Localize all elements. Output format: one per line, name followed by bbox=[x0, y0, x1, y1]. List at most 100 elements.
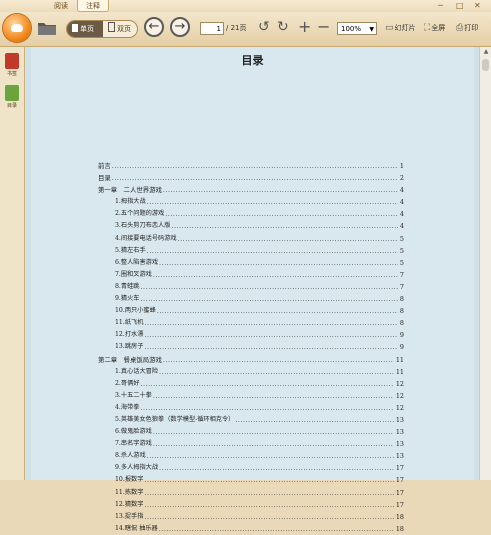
toc-entry-title: 第二章 餐桌饭局游戏 bbox=[98, 355, 162, 364]
toc-entry[interactable]: 4.海带拳 12 bbox=[98, 402, 404, 414]
toc-leader-dots bbox=[144, 474, 393, 486]
toc-entry[interactable]: 13.跳房子 9 bbox=[98, 341, 404, 353]
toc-entry-title: 11.拣数字 bbox=[115, 488, 144, 496]
toc-entry[interactable]: 3.十五二十拳 12 bbox=[98, 390, 404, 402]
toc-entry[interactable]: 10.报数字 17 bbox=[98, 474, 404, 486]
bookmark-icon bbox=[5, 53, 19, 69]
left-sidebar: 书签 目录 bbox=[0, 47, 25, 480]
zoom-select[interactable]: 100% ▼ bbox=[337, 22, 377, 35]
vertical-scrollbar[interactable]: ▲ bbox=[479, 47, 491, 480]
single-page-label: 单页 bbox=[80, 25, 94, 33]
toc-leader-dots bbox=[159, 462, 394, 474]
toc-entry[interactable]: 第二章 餐桌饭局游戏 11 bbox=[98, 354, 404, 366]
toc-entry-page: 11 bbox=[395, 355, 404, 364]
tab-annotate[interactable]: 注释 bbox=[77, 0, 109, 12]
arrow-right-icon: → bbox=[174, 19, 186, 34]
arrow-left-icon: ← bbox=[148, 19, 160, 34]
toc-entry[interactable]: 5.英雄美女色狼拳（数学模型-循环相克令） 13 bbox=[98, 414, 404, 426]
toc-entry[interactable]: 10.两只小蜜蜂 8 bbox=[98, 305, 404, 317]
toc-entry-title: 1.拇指大战 bbox=[115, 198, 146, 206]
toc-entry-title: 8.杀人游戏 bbox=[115, 452, 146, 460]
toc-entry[interactable]: 第一章 二人世界游戏 4 bbox=[98, 184, 404, 196]
toc-leader-dots bbox=[144, 317, 398, 329]
zoom-in-icon[interactable]: + bbox=[298, 19, 311, 35]
toc-entry[interactable]: 1.拇指大战 4 bbox=[98, 196, 404, 208]
toc-entry[interactable]: 8.杀人游戏 13 bbox=[98, 450, 404, 462]
toc-entry-page: 18 bbox=[395, 524, 404, 533]
print-button[interactable]: ⎙打印 bbox=[456, 22, 478, 35]
toc-entry[interactable]: 2.哥俩好 12 bbox=[98, 378, 404, 390]
toc-entry[interactable]: 1.真心话大冒险 11 bbox=[98, 366, 404, 378]
maximize-button[interactable]: □ bbox=[456, 1, 464, 11]
zoom-out-icon[interactable]: − bbox=[317, 19, 330, 35]
toc-entry-page: 4 bbox=[399, 186, 404, 195]
toc-entry[interactable]: 9.猜火车 8 bbox=[98, 293, 404, 305]
slideshow-icon: ▭ bbox=[385, 23, 394, 33]
single-page-button[interactable]: 单页 bbox=[67, 21, 103, 37]
close-button[interactable]: ✕ bbox=[474, 1, 481, 11]
tab-read[interactable]: 阅读 bbox=[47, 0, 75, 12]
toc-entry[interactable]: 6.做鬼脸游戏 13 bbox=[98, 426, 404, 438]
toc-entry[interactable]: 12.打水漂 9 bbox=[98, 329, 404, 341]
open-folder-icon[interactable] bbox=[37, 20, 57, 36]
double-page-button[interactable]: 双页 bbox=[103, 21, 137, 37]
slideshow-button[interactable]: ▭幻灯片 bbox=[385, 22, 416, 35]
toc-entry[interactable]: 8.青蛙跳 7 bbox=[98, 281, 404, 293]
toc-entry-title: 5.英雄美女色狼拳（数学模型-循环相克令） bbox=[115, 415, 235, 423]
toc-entry[interactable]: 7.圈和叉游戏 7 bbox=[98, 269, 404, 281]
toc-entry[interactable]: 4.间接要电话号码游戏 5 bbox=[98, 233, 404, 245]
toc-leader-dots bbox=[165, 208, 398, 220]
toc-entry[interactable]: 前言 1 bbox=[98, 160, 404, 172]
prev-page-button[interactable]: ← bbox=[144, 17, 164, 37]
page-number-input[interactable]: 1 bbox=[200, 22, 224, 35]
printer-icon: ⎙ bbox=[456, 23, 464, 33]
scroll-up-icon[interactable]: ▲ bbox=[480, 47, 491, 57]
toc-entry-title: 4.海带拳 bbox=[115, 403, 140, 411]
sidebar-item-label: 目录 bbox=[6, 103, 17, 109]
toc-entry[interactable]: 12.猜数字 17 bbox=[98, 499, 404, 511]
toolbar: 单页 双页 ← → 1 / 21页 ↺ ↻ + − 100% ▼ ▭幻灯片 ⛶全屏… bbox=[0, 12, 491, 47]
toc-leader-dots bbox=[171, 220, 398, 232]
toc-entry-page: 17 bbox=[395, 500, 404, 509]
toc-entry-title: 10.两只小蜜蜂 bbox=[115, 307, 156, 315]
toc-entry-page: 5 bbox=[399, 258, 404, 267]
scrollbar-thumb[interactable] bbox=[482, 59, 489, 71]
toc-leader-dots bbox=[178, 233, 398, 245]
toc-entry[interactable]: 2.五个问题的游戏 4 bbox=[98, 208, 404, 220]
toc-entry-page: 9 bbox=[399, 343, 404, 352]
toc-entry-title: 7.串名字游戏 bbox=[115, 440, 152, 448]
toc-icon bbox=[5, 85, 19, 101]
toc-entry[interactable]: 13.捉手指 18 bbox=[98, 511, 404, 523]
document-page: 目录 前言1目录2第一章 二人世界游戏41.拇指大战42.五个问题的游戏43.石… bbox=[31, 47, 474, 533]
toc-entry[interactable]: 6.整人陷害游戏 5 bbox=[98, 257, 404, 269]
toc-entry[interactable]: 3.石头剪刀布恋人版 4 bbox=[98, 220, 404, 232]
toc-entry[interactable]: 11.拣数字 17 bbox=[98, 487, 404, 499]
fullscreen-icon: ⛶ bbox=[424, 23, 431, 33]
toc-leader-dots bbox=[112, 160, 398, 172]
toc-leader-dots bbox=[144, 487, 393, 499]
toc-entry[interactable]: 目录 2 bbox=[98, 172, 404, 184]
minimize-button[interactable]: ─ bbox=[438, 1, 443, 11]
toc-entry-page: 7 bbox=[399, 270, 404, 279]
toc-entry-title: 前言 bbox=[98, 162, 111, 170]
toc-entry-page: 11 bbox=[395, 367, 404, 376]
toc-leader-dots bbox=[140, 378, 393, 390]
sidebar-item-bookmarks[interactable]: 书签 bbox=[2, 53, 22, 77]
app-logo-icon[interactable] bbox=[3, 14, 31, 42]
print-label: 打印 bbox=[464, 24, 479, 32]
toc-entry[interactable]: 14.瞎侃 抽乐器 18 bbox=[98, 523, 404, 535]
toc-entry[interactable]: 7.串名字游戏 13 bbox=[98, 438, 404, 450]
toc-entry-page: 13 bbox=[395, 440, 404, 449]
toc-entry-title: 目录 bbox=[98, 174, 111, 183]
rotate-left-icon[interactable]: ↺ bbox=[258, 19, 270, 35]
sidebar-item-toc[interactable]: 目录 bbox=[2, 85, 22, 109]
toc-leader-dots bbox=[140, 281, 397, 293]
toc-entry[interactable]: 11.纸飞机 8 bbox=[98, 317, 404, 329]
next-page-button[interactable]: → bbox=[170, 17, 190, 37]
rotate-right-icon[interactable]: ↻ bbox=[277, 19, 289, 35]
fullscreen-button[interactable]: ⛶全屏 bbox=[424, 22, 445, 35]
toc-entry[interactable]: 5.猜左右手 5 bbox=[98, 245, 404, 257]
toc-leader-dots bbox=[159, 523, 394, 535]
toc-entry[interactable]: 9.多人拇指大战 17 bbox=[98, 462, 404, 474]
document-viewer[interactable]: 目录 前言1目录2第一章 二人世界游戏41.拇指大战42.五个问题的游戏43.石… bbox=[25, 47, 479, 533]
